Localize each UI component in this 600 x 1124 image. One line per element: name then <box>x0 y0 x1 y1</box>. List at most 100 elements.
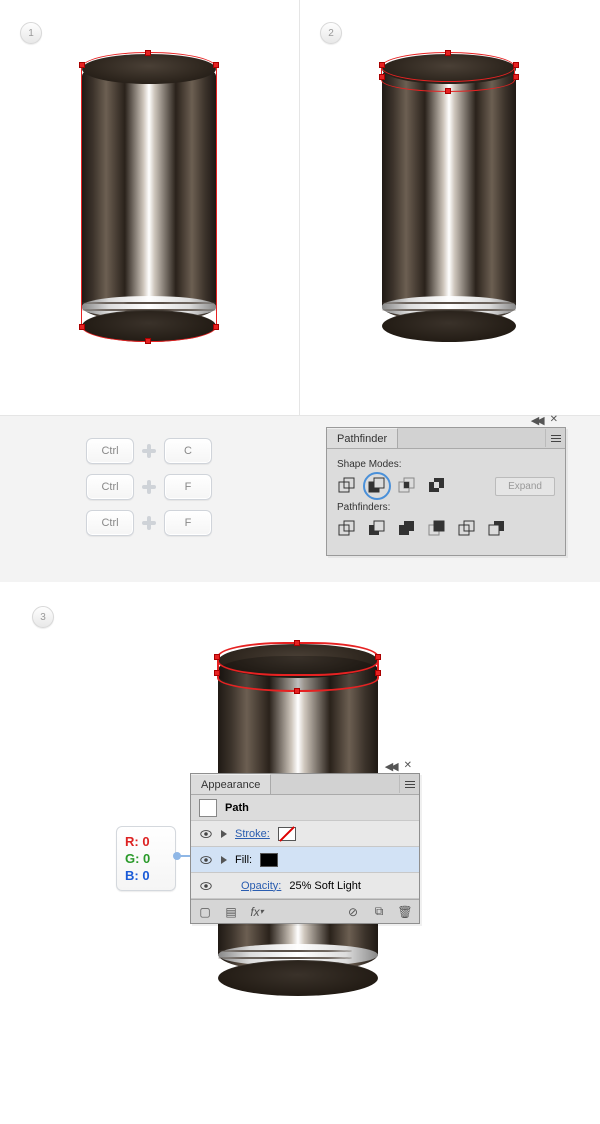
panel-title: Appearance <box>201 779 260 791</box>
anchor-point <box>214 654 220 660</box>
crop-icon[interactable] <box>427 519 447 539</box>
anchor-point <box>214 670 220 676</box>
key-label: F <box>185 481 192 493</box>
key-label: F <box>185 517 192 529</box>
unite-icon[interactable] <box>337 476 357 496</box>
anchor-point <box>375 670 381 676</box>
pathfinders-row <box>337 519 555 539</box>
minus-front-icon[interactable] <box>367 476 387 496</box>
cylinder-bottom <box>218 960 378 996</box>
anchor-point <box>79 324 85 330</box>
shortcut-row: Ctrl F <box>86 474 212 500</box>
layer-stack-icon[interactable]: ▤ <box>223 904 239 920</box>
merge-icon[interactable] <box>397 519 417 539</box>
trash-icon[interactable]: 🗑 <box>397 904 413 920</box>
new-art-basic-icon[interactable]: ▢ <box>197 904 213 920</box>
anchor-point <box>513 74 519 80</box>
shape-modes-label: Shape Modes: <box>337 459 555 470</box>
step-panel-3: 3 R: 0 G: 0 B: 0 ◀◀ ✕ Appearance <box>0 582 600 1124</box>
collapse-icon[interactable]: ◀◀ <box>531 414 542 427</box>
pathfinder-panel: Pathfinder Shape Modes: Expand Pathfinde… <box>326 427 566 556</box>
anchor-point <box>379 62 385 68</box>
keyboard-shortcuts: Ctrl C Ctrl F Ctrl F <box>86 438 212 546</box>
panel-tabstrip-controls: ◀◀ ✕ <box>190 758 420 773</box>
step-number: 1 <box>28 28 34 39</box>
close-icon[interactable]: ✕ <box>404 760 412 773</box>
anchor-point <box>445 88 451 94</box>
visibility-icon[interactable] <box>199 879 213 893</box>
panel-body: Shape Modes: Expand Pathfinders: <box>327 449 565 555</box>
panel-header: Pathfinder <box>327 428 565 449</box>
key-label: Ctrl <box>101 481 118 493</box>
visibility-icon[interactable] <box>199 827 213 841</box>
plus-icon <box>142 444 156 458</box>
appearance-opacity-row[interactable]: Opacity: 25% Soft Light <box>191 873 419 899</box>
panel-body: Path Stroke: Fill: Opacity: <box>191 795 419 899</box>
anchor-point <box>213 62 219 68</box>
anchor-point <box>213 324 219 330</box>
shortcut-row: Ctrl C <box>86 438 212 464</box>
panel-menu-icon[interactable] <box>545 429 565 447</box>
rgb-r: R: 0 <box>125 833 167 850</box>
panel-title: Pathfinder <box>337 433 387 445</box>
key-letter: F <box>164 510 212 536</box>
appearance-panel: Appearance Path Stroke: Fill: <box>190 773 420 924</box>
opacity-link[interactable]: Opacity: <box>241 880 281 892</box>
step-panel-2: 2 <box>300 0 600 416</box>
anchor-point <box>379 74 385 80</box>
key-ctrl: Ctrl <box>86 510 134 536</box>
step-badge: 1 <box>20 22 42 44</box>
object-thumbnail <box>199 799 217 817</box>
rgb-callout: R: 0 G: 0 B: 0 <box>116 826 176 891</box>
key-letter: C <box>164 438 212 464</box>
anchor-point <box>294 640 300 646</box>
expand-button[interactable]: Expand <box>495 477 555 496</box>
rgb-g: G: 0 <box>125 850 167 867</box>
exclude-icon[interactable] <box>427 476 447 496</box>
panel-tab[interactable]: Pathfinder <box>327 428 398 448</box>
panel-header: Appearance <box>191 774 419 795</box>
divide-icon[interactable] <box>337 519 357 539</box>
key-letter: F <box>164 474 212 500</box>
trim-icon[interactable] <box>367 519 387 539</box>
collapse-icon[interactable]: ◀◀ <box>385 760 396 773</box>
shape-modes-row: Expand <box>337 476 555 496</box>
key-label: Ctrl <box>101 445 118 457</box>
plus-icon <box>142 516 156 530</box>
panel-tab[interactable]: Appearance <box>191 774 271 794</box>
step-badge: 3 <box>32 606 54 628</box>
clear-appearance-icon[interactable]: ⊘ <box>345 904 361 920</box>
fx-label: fx <box>250 905 259 919</box>
appearance-fill-row[interactable]: Fill: <box>191 847 419 873</box>
disclosure-triangle-icon[interactable] <box>221 856 227 864</box>
panel-menu-icon[interactable] <box>399 775 419 793</box>
fill-label: Fill: <box>235 854 252 866</box>
expand-label: Expand <box>508 481 542 492</box>
opacity-value: 25% Soft Light <box>289 880 361 892</box>
plus-icon <box>142 480 156 494</box>
stroke-swatch-none[interactable] <box>278 827 296 841</box>
anchor-point <box>294 688 300 694</box>
stroke-link[interactable]: Stroke: <box>235 828 270 840</box>
intersect-icon[interactable] <box>397 476 417 496</box>
minus-back-icon[interactable] <box>487 519 507 539</box>
appearance-panel-wrap: ◀◀ ✕ Appearance Path Stroke: <box>190 758 420 924</box>
step-badge: 2 <box>320 22 342 44</box>
cylinder-bottom <box>382 310 516 342</box>
middle-info-band: Ctrl C Ctrl F Ctrl F ◀◀ ✕ Pathfinder Sha… <box>0 416 600 582</box>
appearance-stroke-row[interactable]: Stroke: <box>191 821 419 847</box>
key-label: C <box>184 445 192 457</box>
visibility-icon[interactable] <box>199 853 213 867</box>
panel-tabstrip-controls: ◀◀ ✕ <box>326 412 566 427</box>
key-ctrl: Ctrl <box>86 474 134 500</box>
fx-icon[interactable]: fx▾ <box>249 904 265 920</box>
selection-outline <box>81 52 217 342</box>
disclosure-triangle-icon[interactable] <box>221 830 227 838</box>
close-icon[interactable]: ✕ <box>550 414 558 427</box>
outline-icon[interactable] <box>457 519 477 539</box>
duplicate-item-icon[interactable]: ⧉ <box>371 904 387 920</box>
anchor-point <box>375 654 381 660</box>
anchor-point <box>445 50 451 56</box>
shortcut-row: Ctrl F <box>86 510 212 536</box>
fill-swatch-black[interactable] <box>260 853 278 867</box>
